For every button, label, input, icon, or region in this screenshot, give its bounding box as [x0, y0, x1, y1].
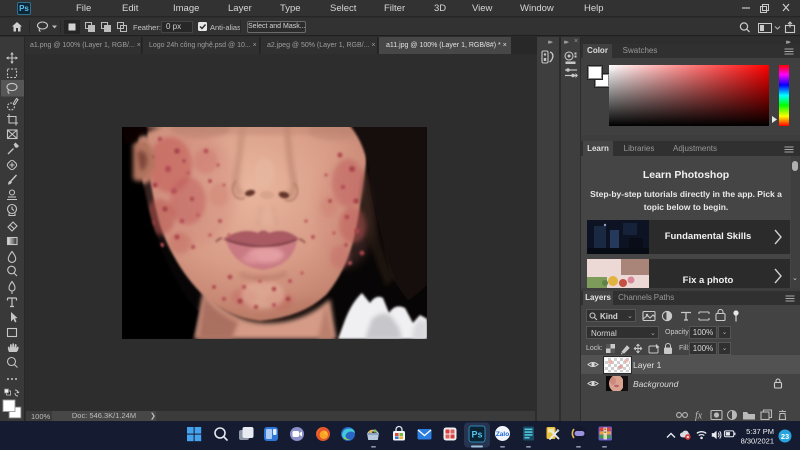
svg-text:Zalo: Zalo [496, 431, 509, 438]
svg-text:5:37 PM: 5:37 PM [746, 427, 774, 436]
svg-text:23: 23 [781, 432, 789, 441]
svg-text:8/30/2021: 8/30/2021 [741, 437, 774, 446]
svg-text:fx: fx [695, 411, 703, 422]
svg-text:Ps: Ps [471, 430, 482, 440]
